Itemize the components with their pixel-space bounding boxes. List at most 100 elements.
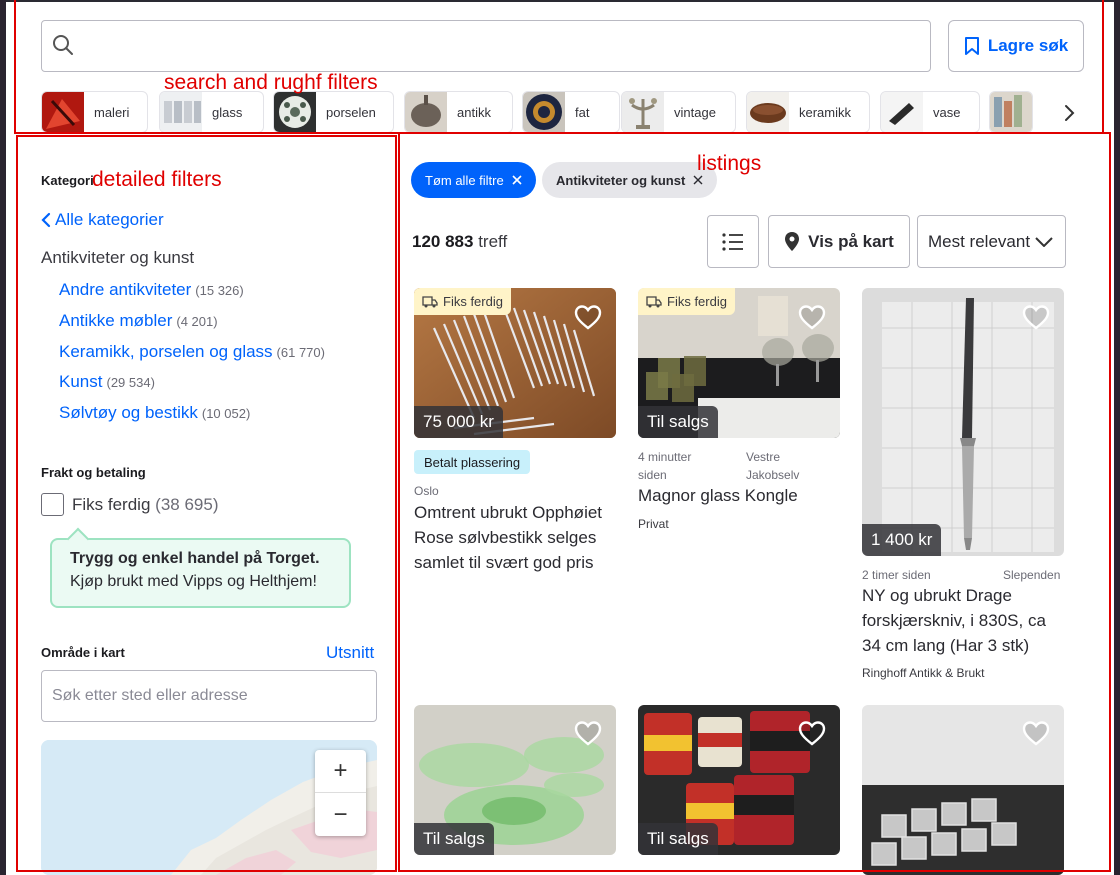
chip-keramikk[interactable]: keramikk (746, 91, 870, 133)
chevron-left-icon (41, 212, 51, 228)
area-search-placeholder: Søk etter sted eller adresse (52, 687, 248, 704)
maleri-thumbnail (42, 92, 84, 132)
annotation-label-listings: listings (697, 152, 762, 175)
subcategory-link[interactable]: Sølvtøy og bestikk (10 052) (59, 403, 250, 423)
sort-select-value: Mest relevant (928, 231, 1031, 251)
fiks-ferdig-badge-label: Fiks ferdig (667, 294, 727, 309)
subcategory-label: Andre antikviteter (59, 280, 192, 299)
annotation-label-search: search and rughf filters (164, 71, 378, 94)
subcategory-count: (29 534) (106, 375, 155, 390)
hit-count-number: 120 883 (412, 232, 474, 251)
subcategory-count: (4 201) (176, 314, 218, 329)
hit-count-label: treff (478, 232, 508, 251)
antikk-thumbnail (405, 92, 447, 132)
keramikk-thumbnail (747, 92, 789, 132)
truck-icon (422, 296, 438, 308)
save-search-button[interactable]: Lagre søk (948, 20, 1084, 72)
truck-icon (646, 296, 662, 308)
heart-icon[interactable] (574, 720, 602, 746)
listing-location: Slependen (1003, 568, 1061, 582)
chip-maleri[interactable]: maleri (41, 91, 148, 133)
subcategory-label: Antikke møbler (59, 311, 173, 330)
list-view-button[interactable] (707, 215, 759, 268)
heart-icon[interactable] (798, 304, 826, 330)
chip-label: porselen (326, 104, 376, 120)
subcategory-label: Kunst (59, 372, 103, 391)
location-pin-icon (785, 232, 800, 251)
listing-title-line: NY og ubrukt Drage (862, 586, 1012, 605)
fiks-ferdig-checkbox[interactable] (41, 493, 64, 516)
close-icon (512, 175, 522, 185)
listing-price: Til salgs (414, 823, 494, 855)
search-input[interactable] (41, 20, 931, 72)
chip-more[interactable] (989, 91, 1033, 133)
fat-thumbnail (523, 92, 565, 132)
listing-seller: Privat (638, 517, 669, 531)
window-edge (1114, 0, 1120, 875)
sort-select[interactable]: Mest relevant (917, 215, 1066, 268)
subcategory-link[interactable]: Kunst (29 534) (59, 372, 155, 392)
search-icon (53, 35, 73, 55)
chip-porselen[interactable]: porselen (273, 91, 394, 133)
zoom-out-button[interactable]: − (315, 793, 366, 836)
chip-label: maleri (94, 104, 130, 120)
subcategory-count: (10 052) (201, 406, 251, 421)
chip-label: glass (212, 104, 243, 120)
subcategory-label: Sølvtøy og bestikk (59, 403, 198, 422)
heart-icon[interactable] (1022, 720, 1050, 746)
chip-fat[interactable]: fat (522, 91, 620, 133)
quick-filter-chips: maleri glass porselen antikk fat vintage… (41, 91, 1041, 133)
active-filter-chip[interactable]: Antikviteter og kunst (542, 162, 718, 198)
listing-time: 2 timer siden (862, 568, 931, 582)
save-search-label: Lagre søk (987, 36, 1069, 55)
show-on-map-label: Vis på kart (808, 231, 894, 251)
subcategory-link[interactable]: Keramikk, porselen og glass (61 770) (59, 342, 325, 362)
porselen-thumbnail (274, 92, 316, 132)
chip-vase[interactable]: vase (880, 91, 980, 133)
subcategory-link[interactable]: Antikke møbler (4 201) (59, 311, 218, 331)
heart-icon[interactable] (574, 304, 602, 330)
all-categories-link[interactable]: Alle kategorier (41, 210, 164, 230)
listing-price: Til salgs (638, 406, 718, 438)
vintage-thumbnail (622, 92, 664, 132)
listing-price: 1 400 kr (862, 524, 942, 556)
listing-time: 4 minutter siden (638, 450, 692, 482)
listing-title: Omtrent ubrukt Opphøiet Rose sølvbestikk… (414, 500, 602, 575)
show-on-map-button[interactable]: Vis på kart (768, 215, 910, 268)
chip-vintage[interactable]: vintage (621, 91, 736, 133)
subcategory-count: (61 770) (276, 345, 325, 360)
window-edge (0, 0, 1120, 2)
fiks-ferdig-badge: Fiks ferdig (638, 288, 735, 315)
window-edge (0, 0, 6, 875)
utsnitt-link[interactable]: Utsnitt (326, 643, 374, 663)
listing-title: NY og ubrukt Drage forskjærskniv, i 830S… (862, 583, 1046, 658)
listing-seller: Ringhoff Antikk & Brukt (862, 666, 985, 680)
page: Lagre søk maleri glass porselen antikk f… (0, 0, 1120, 875)
promo-tooltip: Trygg og enkel handel på Torget. Kjøp br… (50, 538, 351, 608)
subcategory-label: Keramikk, porselen og glass (59, 342, 273, 361)
annotation-label-filters: detailed filters (92, 168, 222, 191)
heart-icon[interactable] (798, 720, 826, 746)
zoom-in-button[interactable]: + (315, 750, 366, 793)
subcategory-link[interactable]: Andre antikviteter (15 326) (59, 280, 244, 300)
chip-glass[interactable]: glass (159, 91, 264, 133)
more-thumbnail (990, 92, 1032, 132)
chip-antikk[interactable]: antikk (404, 91, 513, 133)
area-search-input[interactable]: Søk etter sted eller adresse (41, 670, 377, 722)
fiks-ferdig-badge: Fiks ferdig (414, 288, 511, 315)
listing-location: Vestre Jakobselv (746, 450, 800, 482)
glass-thumbnail (160, 92, 202, 132)
fiks-ferdig-text: Fiks ferdig (72, 495, 151, 514)
chevron-right-icon[interactable] (1056, 100, 1082, 126)
heart-icon[interactable] (1022, 304, 1050, 330)
chip-label: keramikk (799, 104, 852, 120)
fiks-ferdig-label: Fiks ferdig (38 695) (72, 495, 218, 515)
area-heading: Område i kart (41, 645, 125, 660)
current-category: Antikviteter og kunst (41, 248, 195, 267)
listing-location: Oslo (414, 484, 439, 498)
listing-title: Magnor glass Kongle (638, 486, 798, 505)
clear-filters-button[interactable]: Tøm alle filtre (411, 162, 536, 198)
active-filter-label: Antikviteter og kunst (556, 172, 686, 188)
subcategory-count: (15 326) (195, 283, 244, 298)
listing-title-line: samlet til svært god pris (414, 553, 594, 572)
